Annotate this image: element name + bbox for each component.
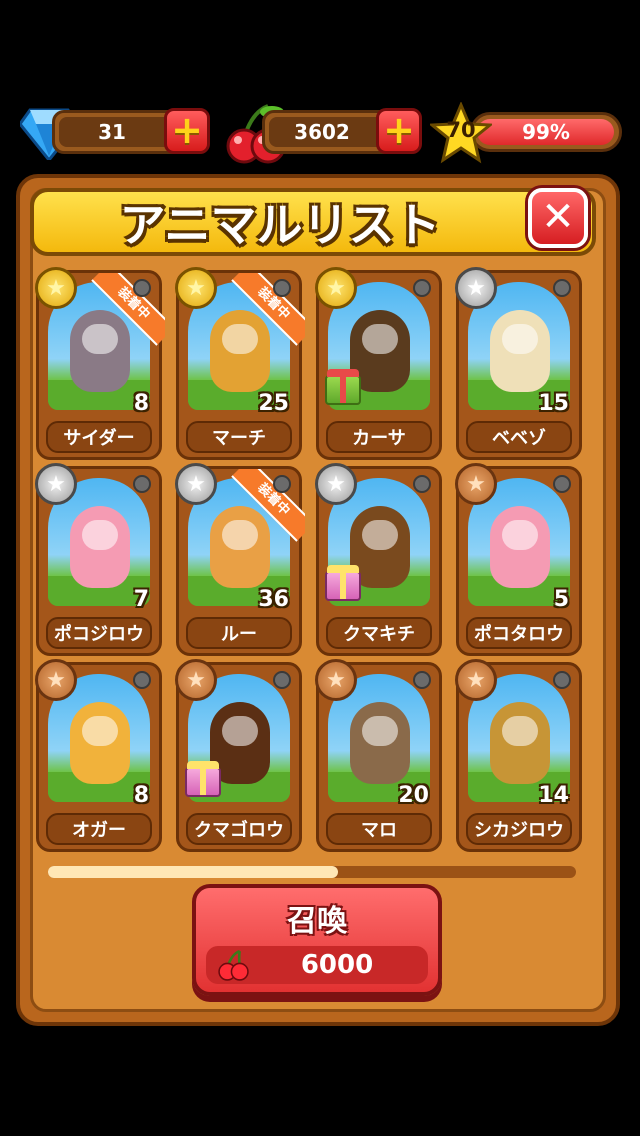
status-dot [413, 671, 431, 689]
close-button[interactable]: ✕ [528, 188, 588, 248]
player-level: 70 [446, 118, 476, 142]
animal-figure [490, 702, 550, 784]
animal-card[interactable]: ★ 14 シカジロウ [455, 659, 582, 852]
animal-face [362, 520, 398, 550]
scroll-thumb[interactable] [48, 866, 339, 878]
status-dot [553, 671, 571, 689]
animal-card[interactable]: ★ クマゴロウ [175, 659, 302, 852]
animal-name: カーサ [326, 421, 432, 453]
animal-figure [490, 310, 550, 392]
status-dot [553, 475, 571, 493]
animal-level: 20 [398, 783, 429, 808]
status-bar: 31 + 3602 + 99% 70 [0, 100, 640, 164]
add-cherries-button[interactable]: + [376, 108, 422, 154]
silver-medal-icon: ★ [455, 267, 497, 309]
summon-cost-value: 6000 [300, 950, 374, 980]
animal-name: シカジロウ [466, 813, 572, 845]
gold-medal-icon: ★ [175, 267, 217, 309]
animal-face [222, 716, 258, 746]
scrollbar[interactable] [48, 866, 576, 878]
animal-figure [350, 702, 410, 784]
animal-face [362, 716, 398, 746]
animal-name: サイダー [46, 421, 152, 453]
animal-figure [70, 506, 130, 588]
xp-percent: 99% [522, 120, 570, 144]
animal-name: マロ [326, 813, 432, 845]
bronze-medal-icon: ★ [175, 659, 217, 701]
animal-face [362, 324, 398, 354]
summon-cost: 6000 [206, 946, 428, 984]
animal-card[interactable]: ★ クマキチ [315, 463, 442, 656]
animal-level: 8 [133, 391, 149, 416]
animal-level: 14 [538, 783, 569, 808]
cherry-icon [218, 949, 249, 981]
animal-card[interactable]: ★ 7 ポコジロウ [35, 463, 162, 656]
animal-figure [70, 702, 130, 784]
summon-button[interactable]: 召喚 6000 [192, 884, 442, 996]
animal-card[interactable]: ★ 5 ポコタロウ [455, 463, 582, 656]
animal-name: ベベゾ [466, 421, 572, 453]
status-dot [413, 475, 431, 493]
animal-level: 5 [553, 587, 569, 612]
animal-level: 8 [133, 783, 149, 808]
animal-face [82, 716, 118, 746]
silver-medal-icon: ★ [35, 463, 77, 505]
add-gems-button[interactable]: + [164, 108, 210, 154]
bronze-medal-icon: ★ [455, 659, 497, 701]
animal-card[interactable]: ★ 15 ベベゾ [455, 267, 582, 460]
status-dot [273, 279, 291, 297]
animal-level: 25 [258, 391, 289, 416]
status-dot [553, 279, 571, 297]
bronze-medal-icon: ★ [315, 659, 357, 701]
animal-name: クマキチ [326, 617, 432, 649]
gift-icon [325, 565, 361, 601]
animal-face [502, 520, 538, 550]
animal-level: 7 [133, 587, 149, 612]
animal-face [502, 324, 538, 354]
animal-level: 15 [538, 391, 569, 416]
gift-icon [185, 761, 221, 797]
status-dot [133, 279, 151, 297]
animal-card[interactable]: ★ 20 マロ [315, 659, 442, 852]
status-dot [133, 475, 151, 493]
equipped-ribbon: 装着中 [91, 273, 165, 346]
bronze-medal-icon: ★ [35, 659, 77, 701]
animal-card[interactable]: ★ カーサ [315, 267, 442, 460]
status-dot [273, 671, 291, 689]
animal-card[interactable]: 装着中 ★ 36 ルー [175, 463, 305, 656]
animal-level: 36 [258, 587, 289, 612]
animal-name: オガー [46, 813, 152, 845]
status-dot [273, 475, 291, 493]
animal-name: クマゴロウ [186, 813, 292, 845]
close-icon: ✕ [541, 194, 575, 240]
bronze-medal-icon: ★ [455, 463, 497, 505]
gift-icon [325, 369, 361, 405]
gold-medal-icon: ★ [35, 267, 77, 309]
animal-name: ルー [186, 617, 292, 649]
gold-medal-icon: ★ [315, 267, 357, 309]
status-dot [413, 279, 431, 297]
animal-figure [490, 506, 550, 588]
equipped-ribbon: 装着中 [231, 273, 305, 346]
animal-card[interactable]: 装着中 ★ 25 マーチ [175, 267, 305, 460]
animal-name: ポコタロウ [466, 617, 572, 649]
animal-card[interactable]: ★ 8 オガー [35, 659, 162, 852]
animal-face [502, 716, 538, 746]
xp-bar: 99% [470, 112, 622, 152]
panel-title: アニマルリスト [119, 198, 441, 252]
animal-face [82, 520, 118, 550]
status-dot [133, 671, 151, 689]
animal-card[interactable]: 装着中 ★ 8 サイダー [35, 267, 165, 460]
silver-medal-icon: ★ [315, 463, 357, 505]
animal-name: マーチ [186, 421, 292, 453]
animal-grid: 装着中 ★ 8 サイダー 装着中 ★ 25 マーチ ★ カーサ ★ 15 ベベゾ ★ 7 ポコジロウ 装着中 ★ 3… [35, 267, 596, 860]
silver-medal-icon: ★ [175, 463, 217, 505]
summon-label: 召喚 [287, 904, 347, 939]
animal-name: ポコジロウ [46, 617, 152, 649]
equipped-ribbon: 装着中 [231, 469, 305, 542]
